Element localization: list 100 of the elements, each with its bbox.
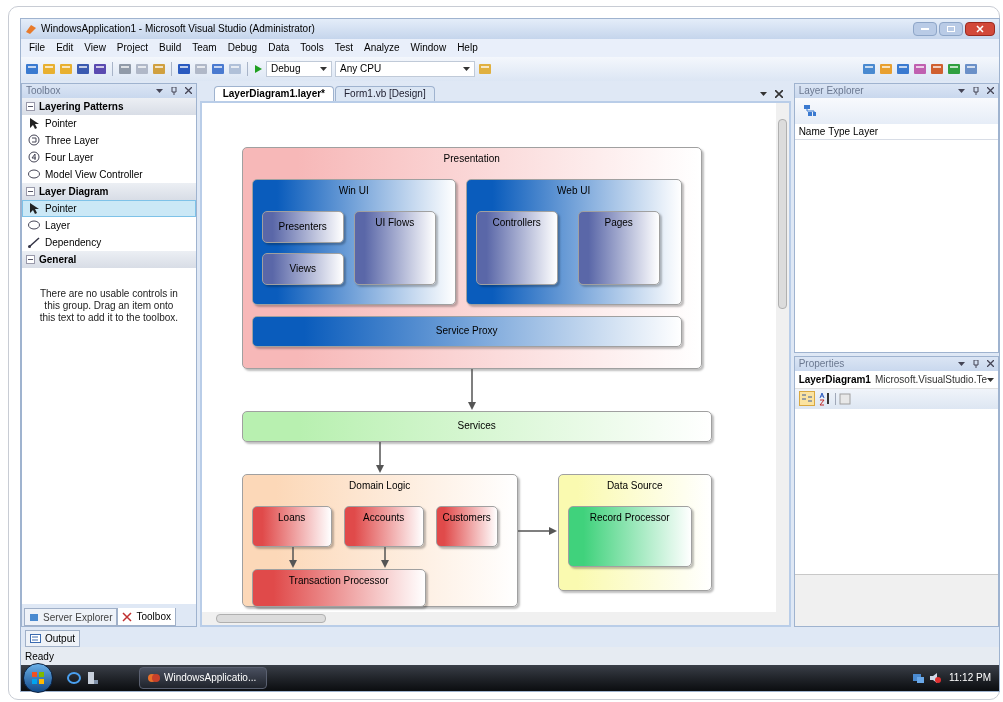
- menu-item[interactable]: Tools: [300, 40, 324, 56]
- menu-item[interactable]: File: [29, 40, 46, 56]
- pin-icon[interactable]: [973, 86, 979, 95]
- column-header[interactable]: Layer: [853, 123, 879, 139]
- close-button[interactable]: [965, 21, 995, 36]
- dropdown-arrow-icon: [320, 65, 327, 73]
- panel-tab[interactable]: Toolbox: [117, 608, 176, 627]
- layer-box[interactable]: Presentation Win UI Presenters UI Flows Views Web UI Controllers Pages Service Proxy: [241, 146, 702, 369]
- menu-item[interactable]: Build: [159, 40, 182, 56]
- layer-label: Presentation: [443, 152, 500, 165]
- column-header[interactable]: Name: [798, 123, 826, 139]
- server-icon: [29, 612, 39, 623]
- output-tab[interactable]: Output: [25, 630, 81, 648]
- minimize-button[interactable]: [913, 21, 937, 36]
- menu-item[interactable]: Debug: [227, 40, 258, 56]
- layer-label: Pages: [604, 216, 633, 229]
- layer-box[interactable]: Accounts: [343, 505, 424, 547]
- layer-box[interactable]: Service Proxy: [251, 315, 682, 347]
- status-text: Ready: [25, 649, 54, 664]
- column-header[interactable]: Type: [828, 123, 850, 139]
- collapse-icon[interactable]: [26, 101, 35, 111]
- menu-item[interactable]: View: [84, 40, 106, 56]
- oval-icon: [28, 219, 40, 232]
- sort-alphabetical-icon[interactable]: [817, 391, 832, 406]
- layer-label: Data Source: [606, 479, 663, 492]
- layer-label: Domain Logic: [349, 479, 411, 492]
- dropdown-arrow-icon[interactable]: [958, 86, 965, 94]
- layer-box[interactable]: Win UI Presenters UI Flows Views: [251, 178, 456, 305]
- menu-item[interactable]: Edit: [56, 40, 74, 56]
- output-window-icon: [30, 634, 41, 644]
- dropdown-arrow-icon[interactable]: [155, 86, 163, 94]
- layer-box[interactable]: UI Flows: [353, 210, 436, 285]
- menu-item[interactable]: Window: [410, 40, 447, 56]
- menu-item[interactable]: Data: [268, 40, 290, 56]
- dropdown-arrow-icon[interactable]: [958, 359, 965, 367]
- layer-label: Presenters: [278, 220, 327, 233]
- close-icon[interactable]: [987, 359, 994, 367]
- layer-label: Win UI: [338, 184, 369, 197]
- vertical-scrollbar[interactable]: [775, 102, 789, 613]
- layer-label: Loans: [278, 511, 306, 524]
- horizontal-scrollbar[interactable]: [201, 612, 789, 626]
- layer-box[interactable]: Pages: [577, 210, 660, 285]
- clock-text: 11:12 PM: [948, 671, 991, 686]
- menu-item[interactable]: Analyze: [364, 40, 400, 56]
- toolbox-item[interactable]: Layer: [22, 216, 196, 234]
- toolbox-group-header[interactable]: Layer Diagram: [22, 182, 196, 200]
- document-tab[interactable]: Form1.vb [Design]: [335, 85, 435, 101]
- document-tab[interactable]: LayerDiagram1.layer*: [213, 85, 334, 101]
- layer-label: Views: [289, 262, 316, 275]
- layer-label: Web UI: [557, 184, 591, 197]
- speaker-icon[interactable]: [928, 672, 941, 684]
- close-icon[interactable]: [774, 89, 783, 98]
- dropdown-arrow-icon: [987, 375, 994, 383]
- collapse-icon[interactable]: [26, 186, 35, 196]
- oval-icon: [28, 168, 40, 181]
- layer-box[interactable]: Web UI Controllers Pages: [465, 178, 682, 305]
- layer-box[interactable]: Controllers: [475, 210, 558, 285]
- layer-box[interactable]: Presenters: [261, 210, 344, 243]
- close-icon[interactable]: [184, 86, 192, 94]
- start-debugging-icon[interactable]: [253, 63, 263, 74]
- menu-item[interactable]: Help: [457, 40, 478, 56]
- layer-label: Record Processor: [589, 511, 670, 524]
- menu-item[interactable]: Project: [116, 40, 148, 56]
- close-icon[interactable]: [987, 86, 994, 94]
- layer-box[interactable]: Data Source Record Processor: [557, 473, 712, 591]
- pointer-icon: [28, 117, 40, 130]
- menu-item[interactable]: Team: [192, 40, 217, 56]
- pin-icon[interactable]: [170, 86, 177, 95]
- close-icon: [976, 24, 984, 33]
- layer-box[interactable]: Services: [241, 410, 712, 442]
- window-title: WindowsApplication1 - Microsoft Visual Studio (Administrator): [41, 22, 315, 37]
- start-button[interactable]: [23, 663, 53, 693]
- dropdown-arrow-icon[interactable]: [759, 90, 767, 98]
- layer-box[interactable]: Views: [261, 252, 344, 285]
- layer-label: Services: [457, 420, 496, 433]
- layer-box[interactable]: Record Processor: [567, 505, 692, 567]
- collapse-icon[interactable]: [26, 254, 35, 264]
- menu-item[interactable]: Test: [334, 40, 353, 56]
- toolbox-item[interactable]: Four Layer: [22, 148, 196, 166]
- layer-box[interactable]: Transaction Processor: [251, 568, 426, 607]
- toolbox-item[interactable]: Model View Controller: [22, 165, 196, 183]
- dropdown[interactable]: Any CPU: [335, 60, 475, 77]
- toolbox-item[interactable]: Three Layer: [22, 131, 196, 149]
- layer-box[interactable]: Domain Logic Loans Accounts Customers Transaction Processor: [241, 473, 518, 607]
- panel-title: Toolbox: [26, 84, 61, 99]
- taskbar-task[interactable]: WindowsApplicatio...: [139, 667, 267, 689]
- toolbox-group-header[interactable]: General: [22, 250, 196, 268]
- network-icon[interactable]: [911, 672, 925, 684]
- layer-label: Transaction Processor: [288, 574, 389, 587]
- layer-box[interactable]: Customers: [435, 505, 498, 547]
- layer-tree-icon[interactable]: [802, 103, 817, 118]
- layer-box[interactable]: Loans: [251, 505, 332, 547]
- dropdown[interactable]: Debug: [266, 60, 332, 77]
- layer-label: Controllers: [492, 216, 541, 229]
- layer-label: Accounts: [363, 511, 405, 524]
- panel-tab[interactable]: Server Explorer: [24, 608, 118, 627]
- toolbox-item[interactable]: Dependency: [22, 233, 196, 251]
- pin-icon[interactable]: [973, 359, 979, 368]
- maximize-button[interactable]: [939, 21, 963, 36]
- toolbox-item[interactable]: Pointer: [22, 114, 196, 132]
